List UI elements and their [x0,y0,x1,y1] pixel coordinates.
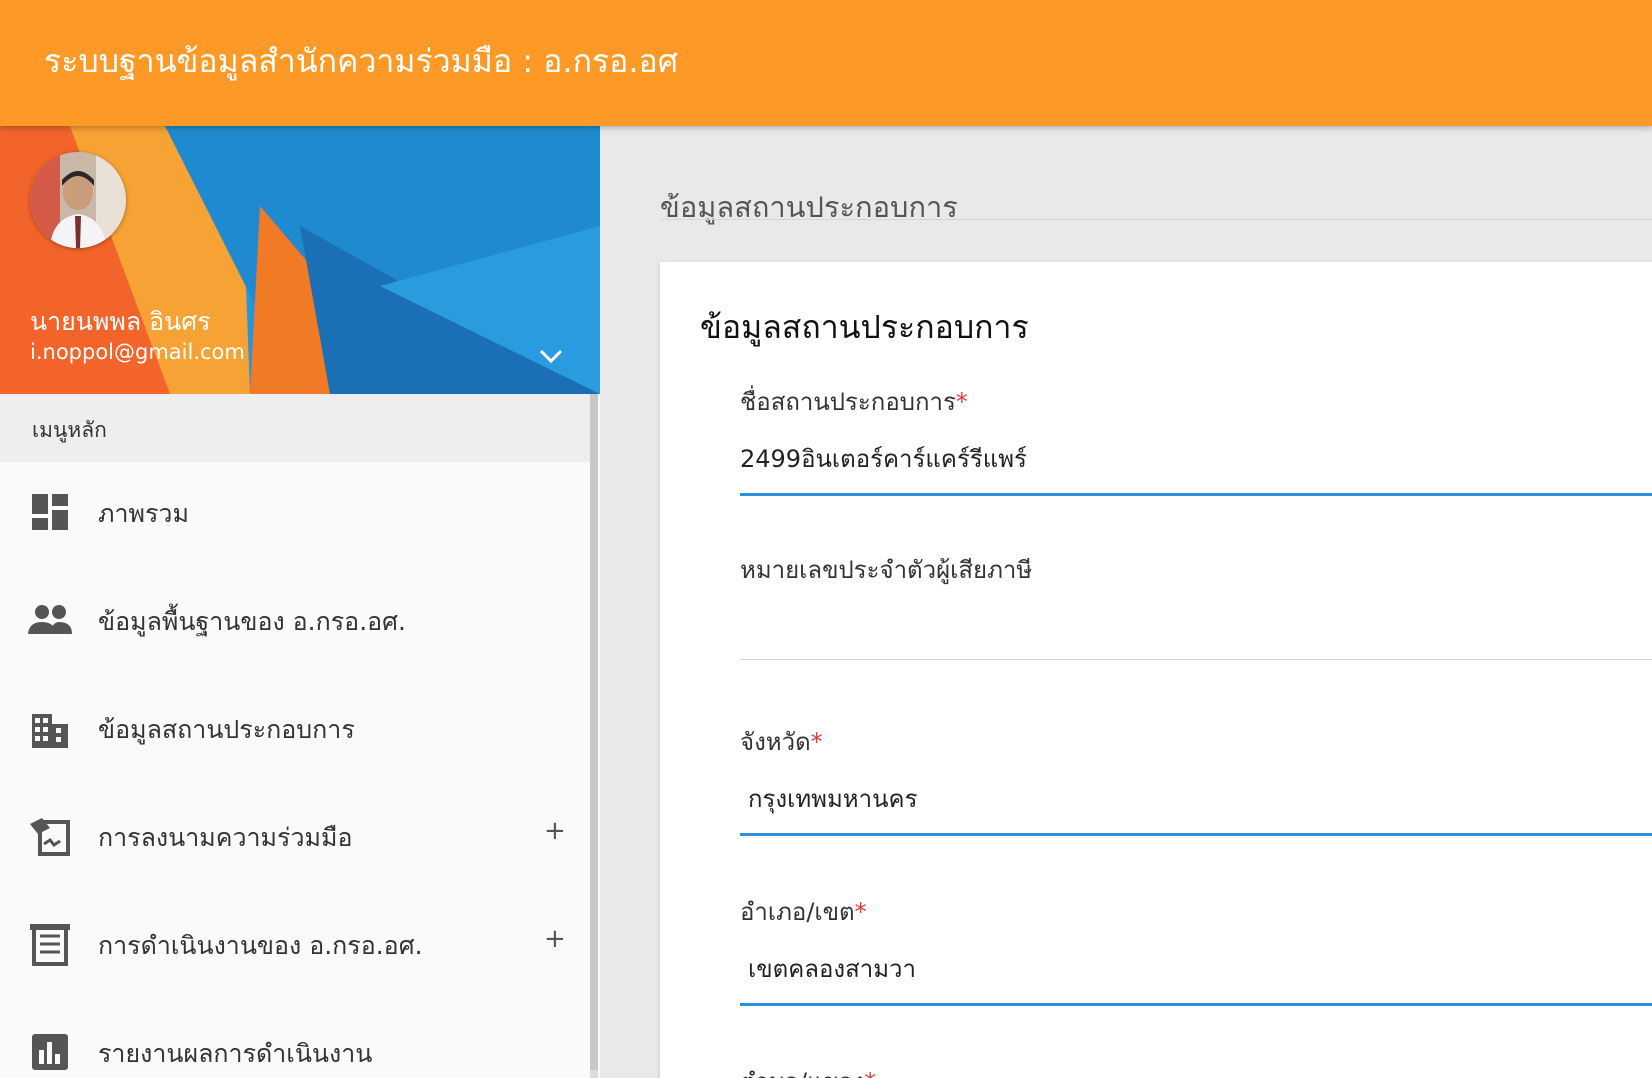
establishment-name-label: ชื่อสถานประกอบการ* [740,382,968,421]
signing-icon [28,814,72,858]
user-name: นายนพพล อินศร [30,307,211,336]
tax-id-label: หมายเลขประจำตัวผู้เสียภาษี [740,550,1032,589]
profile-panel: นายนพพล อินศร i.noppol@gmail.com [0,126,600,394]
sidebar-item-label: รายงานผลการดำเนินงาน [98,1039,373,1068]
business-icon [28,706,72,750]
field-label-text: ชื่อสถานประกอบการ [740,388,956,416]
sidebar-item-label: ข้อมูลพื้นฐานของ อ.กรอ.อศ. [98,607,406,636]
expand-icon[interactable]: + [544,924,566,954]
sidebar-item-label: ข้อมูลสถานประกอบการ [98,715,355,744]
subdistrict-label: ตำบล/แขวง* [740,1062,876,1078]
district-select[interactable]: เขตคลองสามวา [740,944,1652,994]
field-label-text: ตำบล/แขวง [740,1068,864,1078]
establishment-form-card: ข้อมูลสถานประกอบการ ชื่อสถานประกอบการ* 2… [660,262,1652,1078]
field-label-text: อำเภอ/เขต [740,898,855,926]
sidebar-item-report[interactable]: รายงานผลการดำเนินงาน [0,1002,590,1078]
sidebar-item-label: การลงนามความร่วมมือ [98,823,353,852]
sidebar: นายนพพล อินศร i.noppol@gmail.com เมนูหลั… [0,126,600,1078]
field-underline [740,833,1652,836]
required-mark: * [864,1068,876,1078]
sidebar-item-overview[interactable]: ภาพรวม [0,462,590,562]
sidebar-item-label: ภาพรวม [98,499,189,528]
field-underline [740,659,1652,660]
divider [660,219,1652,220]
page-title: ข้อมูลสถานประกอบการ [660,190,958,224]
sidebar-scrollbar-thumb[interactable] [590,394,598,1070]
field-value: เขตคลองสามวา [748,955,916,983]
menu-header-label: เมนูหลัก [32,418,107,442]
card-title: ข้อมูลสถานประกอบการ [700,308,1029,346]
dashboard-icon [28,490,72,534]
province-label: จังหวัด* [740,722,823,761]
district-label: อำเภอ/เขต* [740,892,867,931]
avatar[interactable] [30,152,126,248]
field-label-text: จังหวัด [740,728,811,756]
sidebar-item-operations[interactable]: การดำเนินงานของ อ.กรอ.อศ. + [0,894,590,994]
sidebar-item-basic-info[interactable]: ข้อมูลพื้นฐานของ อ.กรอ.อศ. [0,570,590,670]
tax-id-input[interactable] [740,602,1652,652]
sidebar-scrollbar[interactable] [590,394,598,1078]
app-header: ระบบฐานข้อมูลสำนักความร่วมมือ : อ.กรอ.อศ [0,0,1652,126]
expand-icon[interactable]: + [544,816,566,846]
sidebar-item-establishments[interactable]: ข้อมูลสถานประกอบการ [0,678,590,778]
required-mark: * [854,898,867,926]
menu-header: เมนูหลัก [0,394,590,462]
field-label-text: หมายเลขประจำตัวผู้เสียภาษี [740,556,1033,584]
field-underline [740,1003,1652,1006]
people-icon [28,598,72,642]
required-mark: * [810,728,823,756]
field-value: กรุงเทพมหานคร [748,785,918,813]
user-email: i.noppol@gmail.com [30,340,245,364]
chevron-down-icon[interactable] [536,344,566,368]
establishment-name-input[interactable]: 2499อินเตอร์คาร์แคร์รีแพร์ [740,434,1652,484]
field-value: 2499อินเตอร์คาร์แคร์รีแพร์ [740,445,1027,473]
required-mark: * [955,388,968,416]
chart-icon [28,1030,72,1074]
sidebar-item-label: การดำเนินงานของ อ.กรอ.อศ. [98,931,423,960]
province-select[interactable]: กรุงเทพมหานคร [740,774,1652,824]
field-underline [740,493,1652,496]
app-title: ระบบฐานข้อมูลสำนักความร่วมมือ : อ.กรอ.อศ [44,42,679,80]
sidebar-item-signing[interactable]: การลงนามความร่วมมือ + [0,786,590,886]
receipt-icon [28,922,72,966]
